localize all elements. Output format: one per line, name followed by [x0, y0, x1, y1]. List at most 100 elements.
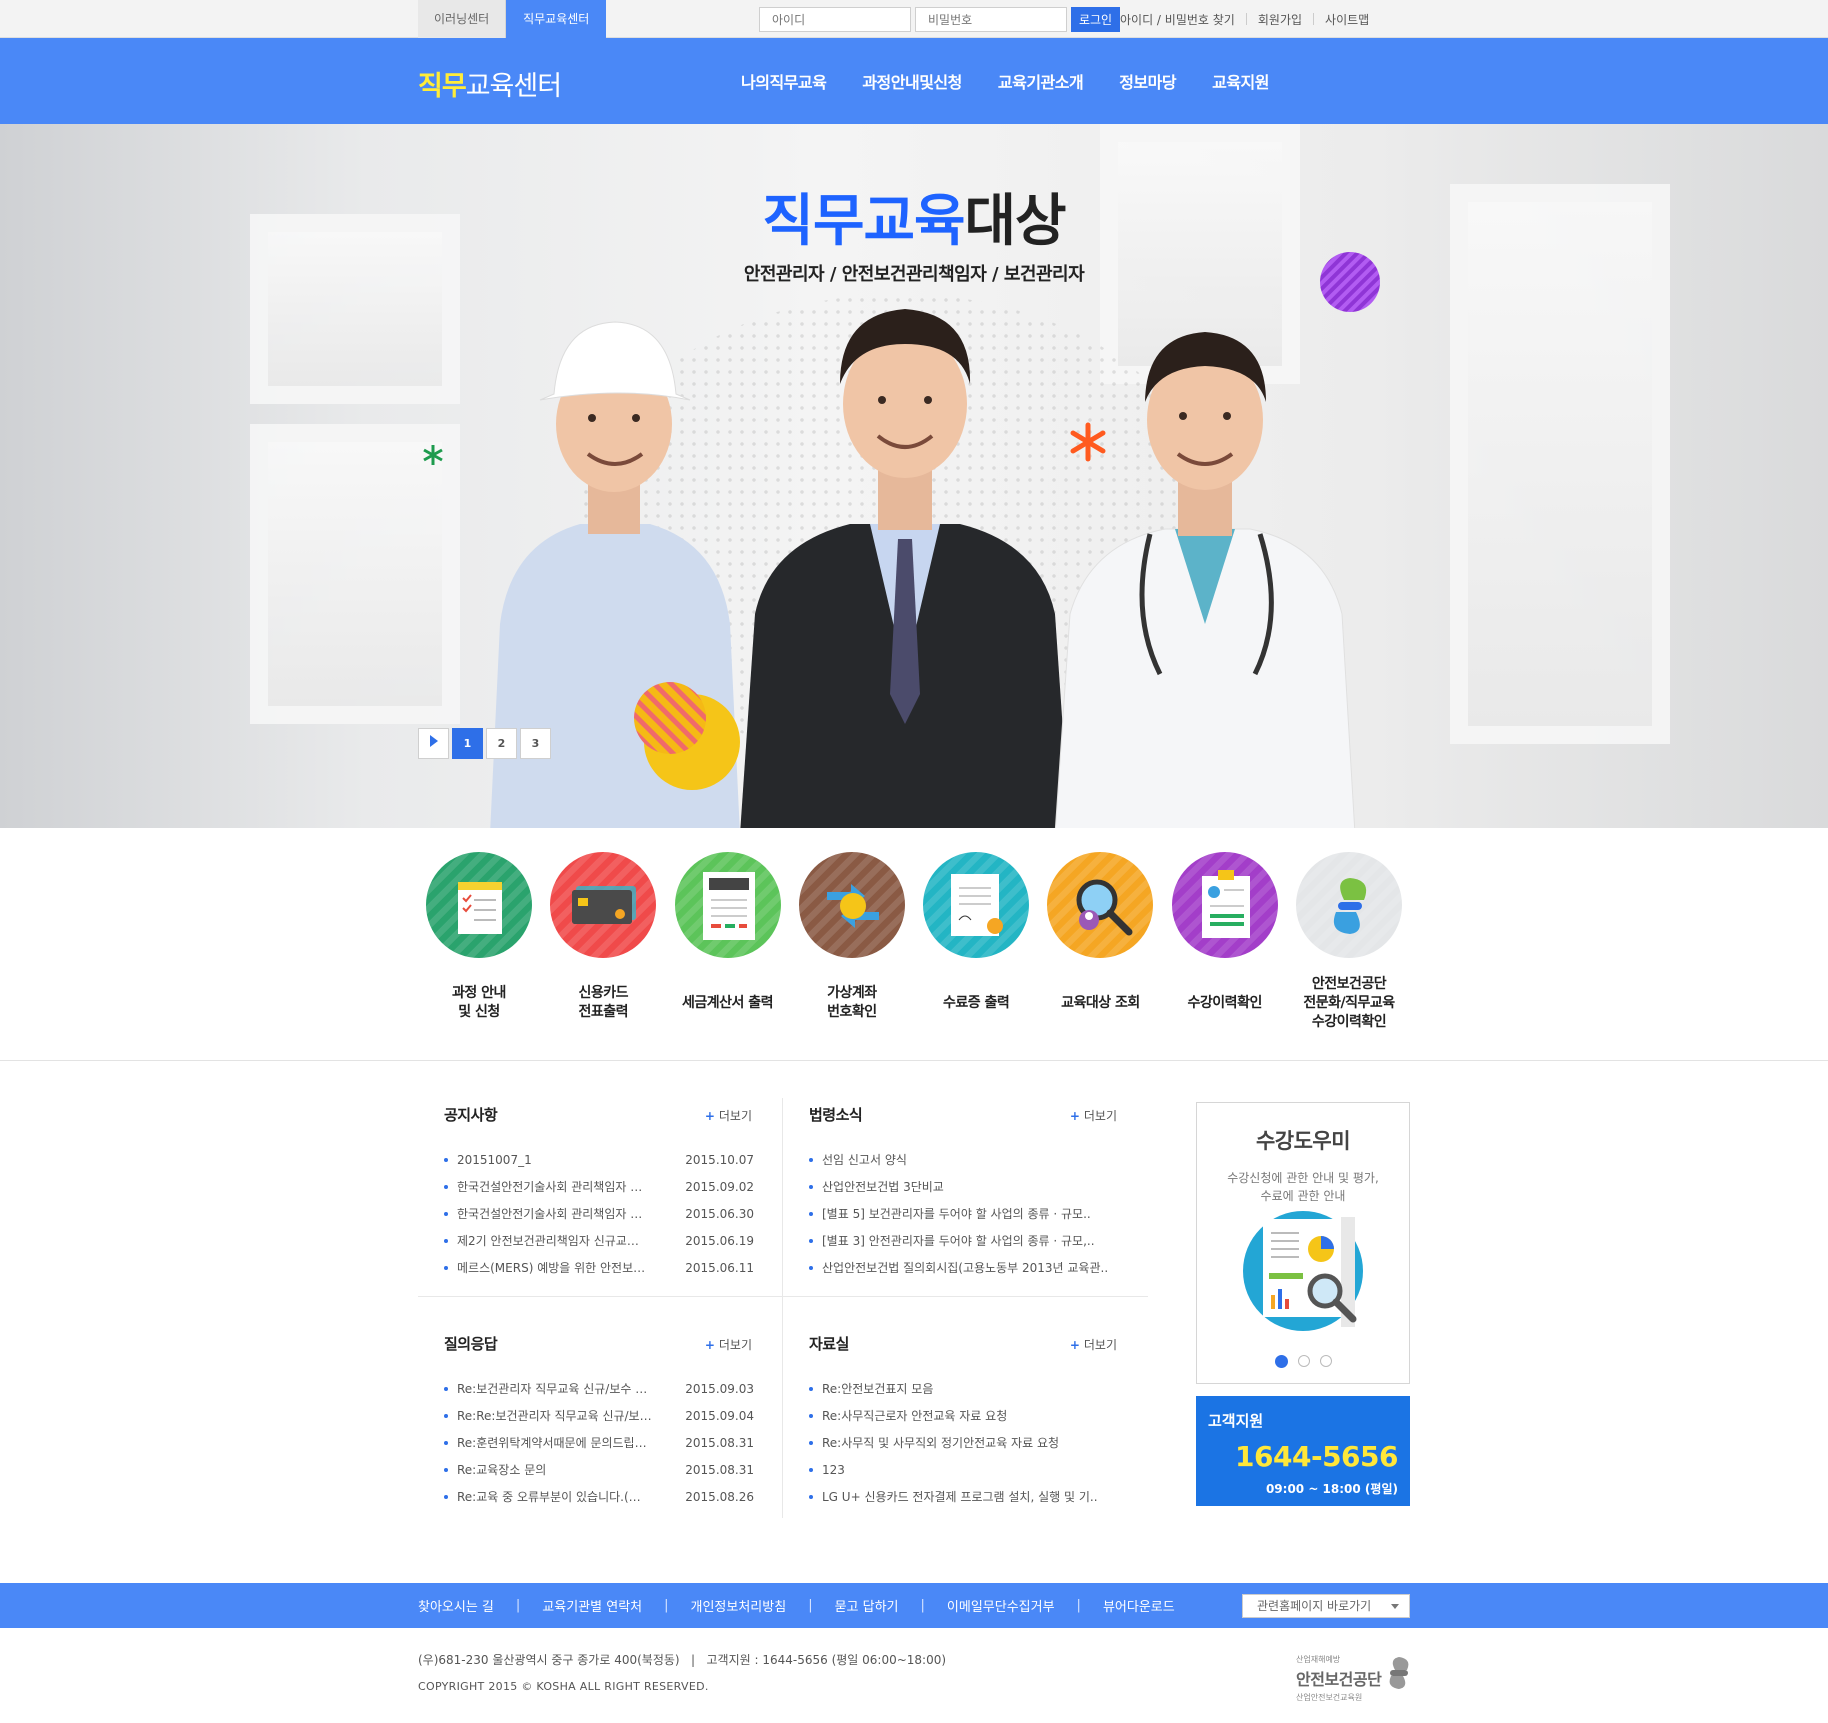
quick-course-apply[interactable]: 과정 안내 및 신청 — [418, 852, 540, 1034]
more-link[interactable]: + 더보기 — [705, 1336, 752, 1353]
pager-dot-3[interactable]: 3 — [520, 728, 551, 759]
footer-bar: 찾아오시는 길 | 교육기관별 연락처 | 개인정보처리방침 | 묻고 답하기 | 이메… — [0, 1583, 1828, 1628]
kosha-logo: 산업재해예방 안전보건공단 산업안전보건교육원 — [1296, 1654, 1412, 1708]
pager-dot-1[interactable]: 1 — [452, 728, 483, 759]
quick-certificate[interactable]: 수료증 출력 — [915, 852, 1037, 1034]
helper-dot-3[interactable] — [1320, 1355, 1332, 1367]
item-title: 산업안전보건법 3단비교 — [822, 1180, 944, 1194]
qna-board: 질의응답 + 더보기 Re:보건관리자 직무교육 신규/보수 … 2015.09.0… — [444, 1333, 778, 1510]
footer-link-contacts[interactable]: 교육기관별 연락처 — [542, 1596, 642, 1615]
doctor-illustration — [1054, 332, 1356, 828]
list-item[interactable]: 한국건설안전기술사회 관리책임자 … 2015.06.30 — [444, 1200, 778, 1227]
list-item[interactable]: 123 — [809, 1456, 1143, 1483]
footer-link-privacy[interactable]: 개인정보처리방침 — [691, 1596, 787, 1615]
item-title: 산업안전보건법 질의회시집(고용노동부 2013년 교육관.. — [822, 1261, 1109, 1275]
nav-course-guide[interactable]: 과정안내및신청 — [862, 69, 962, 93]
quick-virtual-account[interactable]: 가상계좌 번호확인 — [791, 852, 913, 1034]
password-input[interactable] — [915, 7, 1067, 32]
businessman-illustration — [740, 309, 1070, 828]
board-divider-horizontal — [418, 1296, 1148, 1297]
credit-card-icon — [550, 852, 657, 958]
item-date: 2015.06.30 — [685, 1206, 754, 1221]
quick-kosha-history[interactable]: 안전보건공단 전문화/직무교육 수강이력확인 — [1288, 852, 1410, 1034]
list-item[interactable]: Re:보건관리자 직무교육 신규/보수 … 2015.09.03 — [444, 1375, 778, 1402]
tab-job-training-center[interactable]: 직무교육센터 — [506, 0, 607, 38]
logo-text: 교육센터 — [465, 71, 562, 102]
item-date: 2015.06.11 — [685, 1260, 754, 1275]
item-title: 메르스(MERS) 예방을 위한 안전보… — [457, 1261, 646, 1275]
nav-training-support[interactable]: 교육지원 — [1212, 69, 1269, 93]
quick-target-lookup[interactable]: 교육대상 조회 — [1039, 852, 1161, 1034]
item-title: Re:사무직근로자 안전교육 자료 요청 — [822, 1409, 1008, 1423]
quick-label: 수강이력확인 — [1187, 994, 1263, 1011]
list-item[interactable]: LG U+ 신용카드 전자결제 프로그램 설치, 실행 및 기.. — [809, 1483, 1143, 1510]
list-item[interactable]: Re:안전보건표지 모음 — [809, 1375, 1143, 1402]
list-item[interactable]: [별표 5] 보건관리자를 두어야 할 사업의 종류 · 규모.. — [809, 1200, 1143, 1227]
list-item[interactable]: 20151007_1 2015.10.07 — [444, 1146, 778, 1173]
hero-title-highlight: 직무교육 — [762, 189, 965, 254]
more-link[interactable]: + 더보기 — [1070, 1107, 1117, 1124]
nav-my-training[interactable]: 나의직무교육 — [741, 69, 827, 93]
footer-link-email-policy[interactable]: 이메일무단수집거부 — [947, 1596, 1055, 1615]
item-date: 2015.09.02 — [685, 1179, 754, 1194]
list-item[interactable]: Re:사무직 및 사무직외 정기안전교육 자료 요청 — [809, 1429, 1143, 1456]
id-input[interactable] — [759, 7, 911, 32]
helper-dot-2[interactable] — [1298, 1355, 1310, 1367]
global-nav: 나의직무교육 과정안내및신청 교육기관소개 정보마당 교육지원 — [723, 38, 1287, 124]
item-title: 한국건설안전기술사회 관리책임자 … — [457, 1180, 643, 1194]
list-item[interactable]: 선임 신고서 양식 — [809, 1146, 1143, 1173]
related-sites-select[interactable]: 관련홈페이지 바로가기 — [1242, 1594, 1410, 1618]
login-button[interactable]: 로그인 — [1071, 7, 1120, 32]
item-title: Re:교육 중 오류부분이 있습니다.(… — [457, 1490, 641, 1504]
list-item[interactable]: 제2기 안전보건관리책임자 신규교… 2015.06.19 — [444, 1227, 778, 1254]
main-header: 직무교육센터 나의직무교육 과정안내및신청 교육기관소개 정보마당 교육지원 — [0, 38, 1828, 124]
more-label: 더보기 — [1083, 1338, 1117, 1352]
more-link[interactable]: + 더보기 — [1070, 1336, 1117, 1353]
list-item[interactable]: 산업안전보건법 3단비교 — [809, 1173, 1143, 1200]
striped-circle-decor — [634, 682, 740, 790]
signup-link[interactable]: 회원가입 — [1258, 11, 1302, 28]
item-title: LG U+ 신용카드 전자결제 프로그램 설치, 실행 및 기.. — [822, 1490, 1098, 1504]
logo-caption-top: 산업재해예방 — [1296, 1655, 1341, 1664]
list-item[interactable]: [별표 3] 안전관리자를 두어야 할 사업의 종류 · 규모,.. — [809, 1227, 1143, 1254]
item-title: Re:보건관리자 직무교육 신규/보수 … — [457, 1382, 648, 1396]
quick-history[interactable]: 수강이력확인 — [1164, 852, 1286, 1034]
divider: | — [1076, 1598, 1081, 1613]
item-date: 2015.08.31 — [685, 1435, 754, 1450]
helper-dot-1[interactable] — [1275, 1355, 1288, 1368]
play-button[interactable] — [418, 728, 449, 759]
divider: | — [515, 1598, 521, 1613]
list-item[interactable]: Re:교육 중 오류부분이 있습니다.(… 2015.08.26 — [444, 1483, 778, 1510]
nav-info-plaza[interactable]: 정보마당 — [1119, 69, 1176, 93]
item-date: 2015.08.31 — [685, 1462, 754, 1477]
tax-receipt-icon — [674, 852, 781, 958]
list-item[interactable]: Re:Re:보건관리자 직무교육 신규/보… 2015.09.04 — [444, 1402, 778, 1429]
utility-links: 아이디 / 비밀번호 찾기 회원가입 사이트맵 — [1120, 0, 1369, 38]
list-item[interactable]: Re:사무직근로자 안전교육 자료 요청 — [809, 1402, 1143, 1429]
pager-dot-2[interactable]: 2 — [486, 728, 517, 759]
sitemap-link[interactable]: 사이트맵 — [1325, 11, 1369, 28]
item-title: 한국건설안전기술사회 관리책임자 … — [457, 1207, 643, 1221]
list-item[interactable]: 한국건설안전기술사회 관리책임자 … 2015.09.02 — [444, 1173, 778, 1200]
site-logo[interactable]: 직무교육센터 — [418, 64, 562, 103]
hero-title: 직무교육대상 — [0, 176, 1828, 257]
quick-card-receipt[interactable]: 신용카드 전표출력 — [542, 852, 664, 1034]
find-account-link[interactable]: 아이디 / 비밀번호 찾기 — [1120, 11, 1235, 28]
nav-institution-intro[interactable]: 교육기관소개 — [998, 69, 1084, 93]
more-label: 더보기 — [1083, 1109, 1117, 1123]
quick-menu: 과정 안내 및 신청 신용카드 전표출력 세금계산서 출력 가상계좌 번호확인 … — [418, 852, 1410, 1034]
quick-tax-invoice[interactable]: 세금계산서 출력 — [667, 852, 789, 1034]
footer-link-directions[interactable]: 찾아오시는 길 — [418, 1596, 494, 1615]
footer-link-qna[interactable]: 묻고 답하기 — [835, 1596, 899, 1615]
list-item[interactable]: Re:훈련위탁계약서때문에 문의드립… 2015.08.31 — [444, 1429, 778, 1456]
hero-banner: 직무교육대상 안전관리자 / 안전보건관리책임자 / 보건관리자 1 2 3 — [0, 124, 1828, 828]
list-item[interactable]: Re:교육장소 문의 2015.08.31 — [444, 1456, 778, 1483]
study-helper-panel[interactable]: 수강도우미 수강신청에 관한 안내 및 평가, 수료에 관한 안내 — [1196, 1102, 1410, 1384]
list-item[interactable]: 메르스(MERS) 예방을 위한 안전보… 2015.06.11 — [444, 1254, 778, 1281]
item-date: 2015.08.26 — [685, 1489, 754, 1504]
tab-elearning-center[interactable]: 이러닝센터 — [418, 0, 507, 38]
footer-link-viewer[interactable]: 뷰어다운로드 — [1103, 1596, 1175, 1615]
quick-label: 과정 안내 및 신청 — [452, 985, 506, 1020]
list-item[interactable]: 산업안전보건법 질의회시집(고용노동부 2013년 교육관.. — [809, 1254, 1143, 1281]
more-link[interactable]: + 더보기 — [705, 1107, 752, 1124]
